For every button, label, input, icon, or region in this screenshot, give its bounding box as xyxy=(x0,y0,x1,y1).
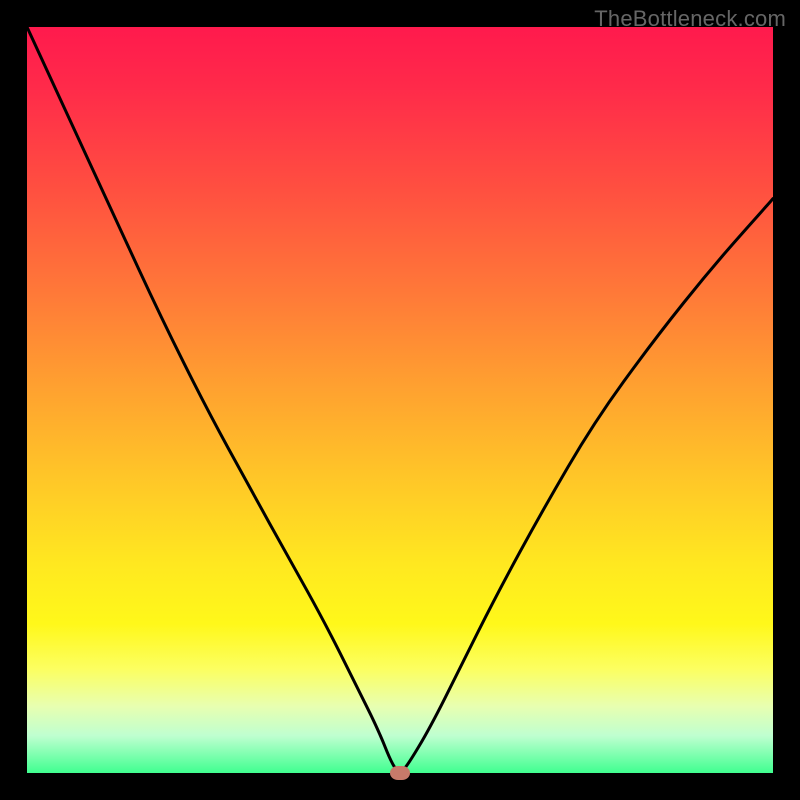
bottleneck-curve xyxy=(27,27,773,773)
watermark-text: TheBottleneck.com xyxy=(594,6,786,32)
curve-path xyxy=(27,27,773,771)
plot-gradient-background xyxy=(27,27,773,773)
minimum-marker xyxy=(390,766,410,780)
